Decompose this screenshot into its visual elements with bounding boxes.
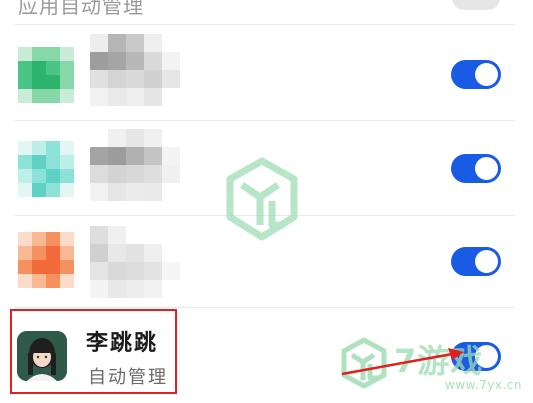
toggle-knob bbox=[475, 63, 498, 86]
app-icon-blurred bbox=[18, 232, 74, 288]
auto-manage-toggle[interactable] bbox=[451, 154, 501, 183]
watermark-url: www.7yx.cn bbox=[445, 378, 523, 392]
app-name-blurred bbox=[90, 226, 182, 298]
annotation-arrow-icon bbox=[341, 348, 464, 376]
top-partial-label: 应用自动管理 bbox=[18, 0, 144, 18]
watermark-logo-icon bbox=[226, 157, 298, 241]
toggle-knob bbox=[475, 157, 498, 180]
app-icon-blurred bbox=[18, 47, 74, 103]
app-name-blurred bbox=[90, 129, 182, 201]
top-partial-toggle[interactable] bbox=[452, 0, 500, 10]
top-partial-row: 应用自动管理 bbox=[0, 0, 533, 26]
divider bbox=[15, 24, 515, 25]
app-management-screen: 应用自动管理 李跳跳 自动管理 7游戏 www.7yx.cn bbox=[0, 0, 533, 403]
auto-manage-toggle[interactable] bbox=[451, 60, 501, 89]
highlight-box bbox=[10, 309, 177, 394]
app-icon-blurred bbox=[18, 141, 74, 197]
toggle-knob bbox=[475, 250, 498, 273]
app-name-blurred bbox=[90, 34, 182, 106]
app-row-1[interactable] bbox=[0, 26, 533, 120]
auto-manage-toggle[interactable] bbox=[451, 247, 501, 276]
